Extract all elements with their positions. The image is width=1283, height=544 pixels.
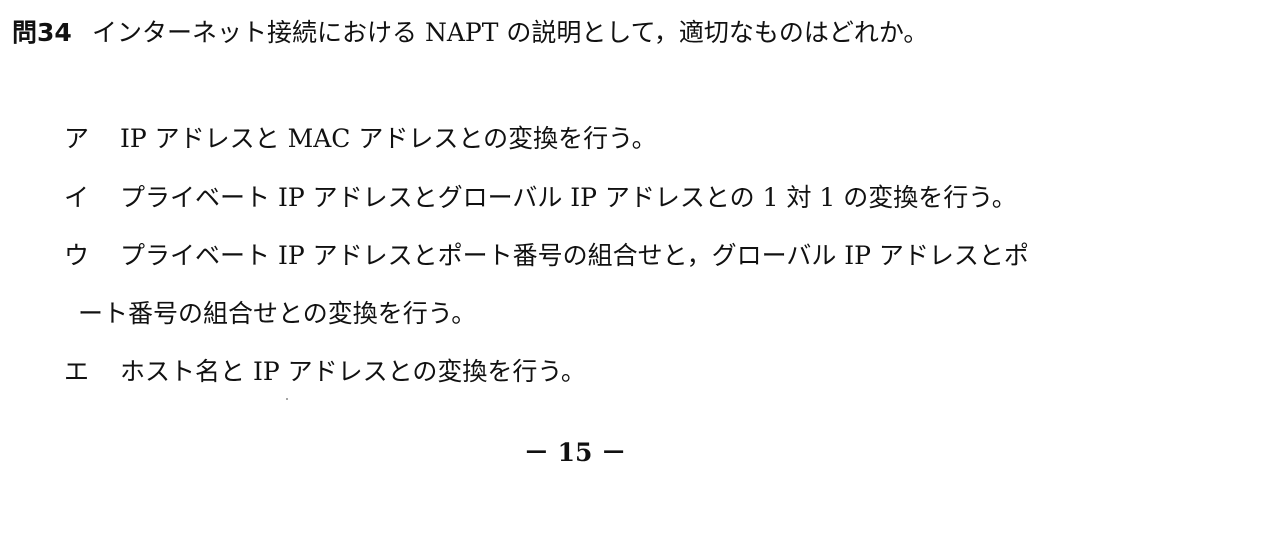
scan-speck <box>286 398 288 400</box>
question-statement: 問34 インターネット接続における NAPT の説明として，適切なものはどれか。 <box>12 16 928 50</box>
choice-label: エ <box>64 357 90 386</box>
question-text: インターネット接続における NAPT の説明として，適切なものはどれか。 <box>92 18 929 47</box>
choice-text: IP アドレスと MAC アドレスとの変換を行う。 <box>120 124 657 153</box>
choice-u: ウ プライベート IP アドレスとポート番号の組合せと，グローバル IP アドレス… <box>64 239 1029 331</box>
choice-e: エ ホスト名と IP アドレスとの変換を行う。 <box>64 355 586 389</box>
choice-text: ホスト名と IP アドレスとの変換を行う。 <box>120 357 586 386</box>
choice-a: ア IP アドレスと MAC アドレスとの変換を行う。 <box>64 122 657 156</box>
choice-label: ア <box>64 124 90 153</box>
choice-label: ウ <box>64 241 90 270</box>
page-number: － 15 － <box>523 438 627 467</box>
choice-text: プライベート IP アドレスとポート番号の組合せと，グローバル IP アドレスと… <box>120 241 1029 270</box>
choice-text: プライベート IP アドレスとグローバル IP アドレスとの 1 対 1 の変換… <box>120 183 1017 212</box>
choice-i: イ プライベート IP アドレスとグローバル IP アドレスとの 1 対 1 の変… <box>64 181 1017 215</box>
choice-text-continuation: ート番号の組合せとの変換を行う。 <box>78 299 477 328</box>
choice-label: イ <box>64 183 90 212</box>
question-number: 問34 <box>12 18 72 47</box>
